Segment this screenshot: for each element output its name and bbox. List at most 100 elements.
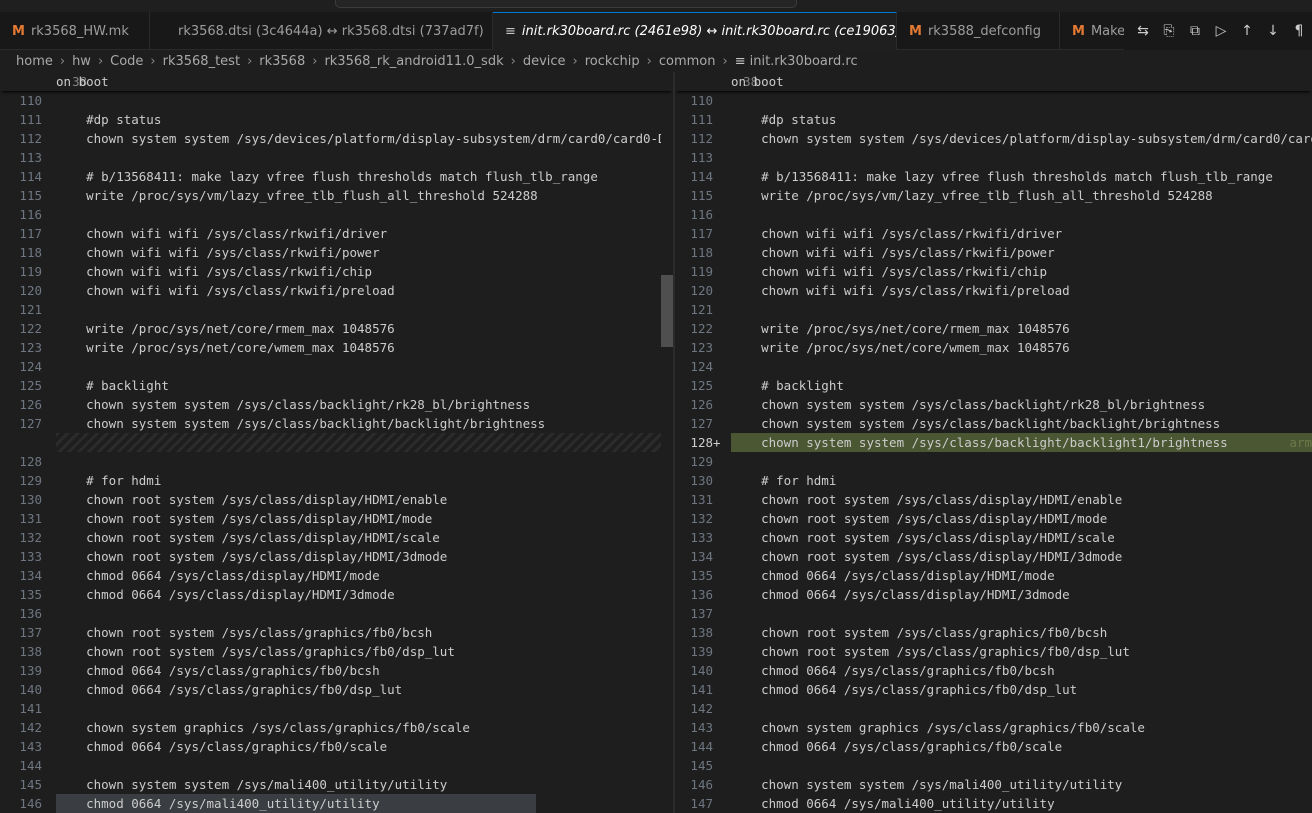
code-row[interactable]: 111 #dp status: [675, 110, 1312, 129]
code-row[interactable]: 133 chown root system /sys/class/display…: [0, 547, 673, 566]
sticky-scroll-header[interactable]: 38 on boot: [675, 72, 1312, 91]
code-row[interactable]: 123 write /proc/sys/net/core/wmem_max 10…: [0, 338, 673, 357]
original-editor-pane[interactable]: 38 on boot 110 111 #dp status 112 chown sy…: [0, 72, 673, 813]
code-row[interactable]: 126 chown system system /sys/class/backl…: [675, 395, 1312, 414]
code-row[interactable]: 137 chown root system /sys/class/graphic…: [0, 623, 673, 642]
code-row[interactable]: 145: [675, 756, 1312, 775]
code-row[interactable]: 146 chmod 0664 /sys/mali400_utility/util…: [0, 794, 673, 813]
sticky-scroll-header[interactable]: 38 on boot: [0, 72, 673, 91]
code-row[interactable]: 139 chown root system /sys/class/graphic…: [675, 642, 1312, 661]
code-row[interactable]: 134 chown root system /sys/class/display…: [675, 547, 1312, 566]
code-row[interactable]: 129 # for hdmi: [0, 471, 673, 490]
code-row[interactable]: 136 chmod 0664 /sys/class/display/HDMI/3…: [675, 585, 1312, 604]
breadcrumb-item[interactable]: rockchip: [585, 54, 640, 69]
code-row[interactable]: 115 write /proc/sys/vm/lazy_vfree_tlb_fl…: [0, 186, 673, 205]
code-row[interactable]: +128 chown system system /sys/class/back…: [675, 433, 1312, 452]
breadcrumb-item[interactable]: init.rk30board.rc: [750, 54, 858, 69]
code-row[interactable]: 140 chmod 0664 /sys/class/graphics/fb0/d…: [0, 680, 673, 699]
code-row[interactable]: 117 chown wifi wifi /sys/class/rkwifi/dr…: [0, 224, 673, 243]
code-row[interactable]: 139 chmod 0664 /sys/class/graphics/fb0/b…: [0, 661, 673, 680]
next-change-icon[interactable]: ↓: [1260, 23, 1286, 39]
code-row[interactable]: 124: [675, 357, 1312, 376]
breadcrumb-item[interactable]: rk3568_test: [163, 54, 240, 69]
code-row[interactable]: 120 chown wifi wifi /sys/class/rkwifi/pr…: [0, 281, 673, 300]
code-row[interactable]: 123 write /proc/sys/net/core/wmem_max 10…: [675, 338, 1312, 357]
breadcrumb-item[interactable]: rk3568_rk_android11.0_sdk: [324, 54, 503, 69]
code-row[interactable]: 133 chown root system /sys/class/display…: [675, 528, 1312, 547]
code-row[interactable]: 130 # for hdmi: [675, 471, 1312, 490]
scrollbar-thumb[interactable]: [661, 275, 673, 347]
code-row[interactable]: 119 chown wifi wifi /sys/class/rkwifi/ch…: [675, 262, 1312, 281]
code-row[interactable]: 129: [675, 452, 1312, 471]
code-row[interactable]: 130 chown root system /sys/class/display…: [0, 490, 673, 509]
code-row[interactable]: 138 chown root system /sys/class/graphic…: [0, 642, 673, 661]
breadcrumb-item[interactable]: Code: [110, 54, 143, 69]
code-row[interactable]: 121: [0, 300, 673, 319]
code-row[interactable]: 131 chown root system /sys/class/display…: [0, 509, 673, 528]
code-row[interactable]: 142: [675, 699, 1312, 718]
compare-icon[interactable]: ⇆: [1130, 23, 1156, 39]
code-row[interactable]: 131 chown root system /sys/class/display…: [675, 490, 1312, 509]
code-row[interactable]: 121: [675, 300, 1312, 319]
code-row[interactable]: 114 # b/13568411: make lazy vfree flush …: [675, 167, 1312, 186]
previous-change-icon[interactable]: ↑: [1234, 23, 1260, 39]
code-row[interactable]: 134 chmod 0664 /sys/class/display/HDMI/m…: [0, 566, 673, 585]
code-row[interactable]: 119 chown wifi wifi /sys/class/rkwifi/ch…: [0, 262, 673, 281]
code-row[interactable]: 124: [0, 357, 673, 376]
code-row[interactable]: 120 chown wifi wifi /sys/class/rkwifi/pr…: [675, 281, 1312, 300]
code-row[interactable]: 113: [0, 148, 673, 167]
code-row[interactable]: 145 chown system system /sys/mali400_uti…: [0, 775, 673, 794]
code-row[interactable]: 110: [675, 91, 1312, 110]
code-row[interactable]: 138 chown root system /sys/class/graphic…: [675, 623, 1312, 642]
run-icon[interactable]: ▷: [1208, 23, 1234, 39]
code-row[interactable]: 143 chmod 0664 /sys/class/graphics/fb0/s…: [0, 737, 673, 756]
code-row[interactable]: 111 #dp status: [0, 110, 673, 129]
code-row[interactable]: 132 chown root system /sys/class/display…: [675, 509, 1312, 528]
code-row[interactable]: 141: [0, 699, 673, 718]
code-row[interactable]: 146 chown system system /sys/mali400_uti…: [675, 775, 1312, 794]
code-row[interactable]: 136: [0, 604, 673, 623]
code-row[interactable]: 147 chmod 0664 /sys/mali400_utility/util…: [675, 794, 1312, 813]
code-row[interactable]: 126 chown system system /sys/class/backl…: [0, 395, 673, 414]
diff-placeholder-row[interactable]: [0, 433, 673, 452]
left-scrollbar[interactable]: [661, 72, 673, 813]
code-row[interactable]: 135 chmod 0664 /sys/class/display/HDMI/m…: [675, 566, 1312, 585]
code-row[interactable]: 144 chmod 0664 /sys/class/graphics/fb0/s…: [675, 737, 1312, 756]
code-row[interactable]: 140 chmod 0664 /sys/class/graphics/fb0/b…: [675, 661, 1312, 680]
code-row[interactable]: 142 chown system graphics /sys/class/gra…: [0, 718, 673, 737]
code-row[interactable]: 141 chmod 0664 /sys/class/graphics/fb0/d…: [675, 680, 1312, 699]
breadcrumb-item[interactable]: common: [659, 54, 716, 69]
code-row[interactable]: 135 chmod 0664 /sys/class/display/HDMI/3…: [0, 585, 673, 604]
code-row[interactable]: 137: [675, 604, 1312, 623]
code-row[interactable]: 110: [0, 91, 673, 110]
code-row[interactable]: 143 chown system graphics /sys/class/gra…: [675, 718, 1312, 737]
open-changes-icon[interactable]: ⧉: [1182, 23, 1208, 39]
code-row[interactable]: 122 write /proc/sys/net/core/rmem_max 10…: [675, 319, 1312, 338]
modified-editor-pane[interactable]: 38 on boot 110 111 #dp status 112 chown sy…: [675, 72, 1312, 813]
breadcrumb-item[interactable]: device: [523, 54, 566, 69]
code-row[interactable]: 116: [0, 205, 673, 224]
code-row[interactable]: 128: [0, 452, 673, 471]
breadcrumb-item[interactable]: home: [16, 54, 53, 69]
breadcrumb-item[interactable]: hw: [72, 54, 91, 69]
code-row[interactable]: 115 write /proc/sys/vm/lazy_vfree_tlb_fl…: [675, 186, 1312, 205]
tab-init-rk30board-diff[interactable]: ≡ init.rk30board.rc (2461e98) ↔ init.rk3…: [493, 12, 897, 50]
command-center[interactable]: [335, 0, 797, 8]
code-row[interactable]: 125 # backlight: [675, 376, 1312, 395]
code-row[interactable]: 118 chown wifi wifi /sys/class/rkwifi/po…: [0, 243, 673, 262]
code-row[interactable]: 125 # backlight: [0, 376, 673, 395]
code-row[interactable]: 112 chown system system /sys/devices/pla…: [0, 129, 673, 148]
code-row[interactable]: 127 chown system system /sys/class/backl…: [0, 414, 673, 433]
code-row[interactable]: 114 # b/13568411: make lazy vfree flush …: [0, 167, 673, 186]
code-row[interactable]: 118 chown wifi wifi /sys/class/rkwifi/po…: [675, 243, 1312, 262]
tab-rk3588-defconfig[interactable]: M rk3588_defconfig: [897, 12, 1060, 50]
code-row[interactable]: 127 chown system system /sys/class/backl…: [675, 414, 1312, 433]
whitespace-icon[interactable]: ¶: [1286, 23, 1312, 39]
open-file-icon[interactable]: ⎘: [1156, 23, 1182, 39]
breadcrumb-item[interactable]: rk3568: [259, 54, 305, 69]
code-row[interactable]: 116: [675, 205, 1312, 224]
code-row[interactable]: 117 chown wifi wifi /sys/class/rkwifi/dr…: [675, 224, 1312, 243]
code-row[interactable]: 122 write /proc/sys/net/core/rmem_max 10…: [0, 319, 673, 338]
tab-rk3568-dtsi-diff[interactable]: rk3568.dtsi (3c4644a) ↔ rk3568.dtsi (737…: [150, 12, 493, 50]
code-row[interactable]: 144: [0, 756, 673, 775]
